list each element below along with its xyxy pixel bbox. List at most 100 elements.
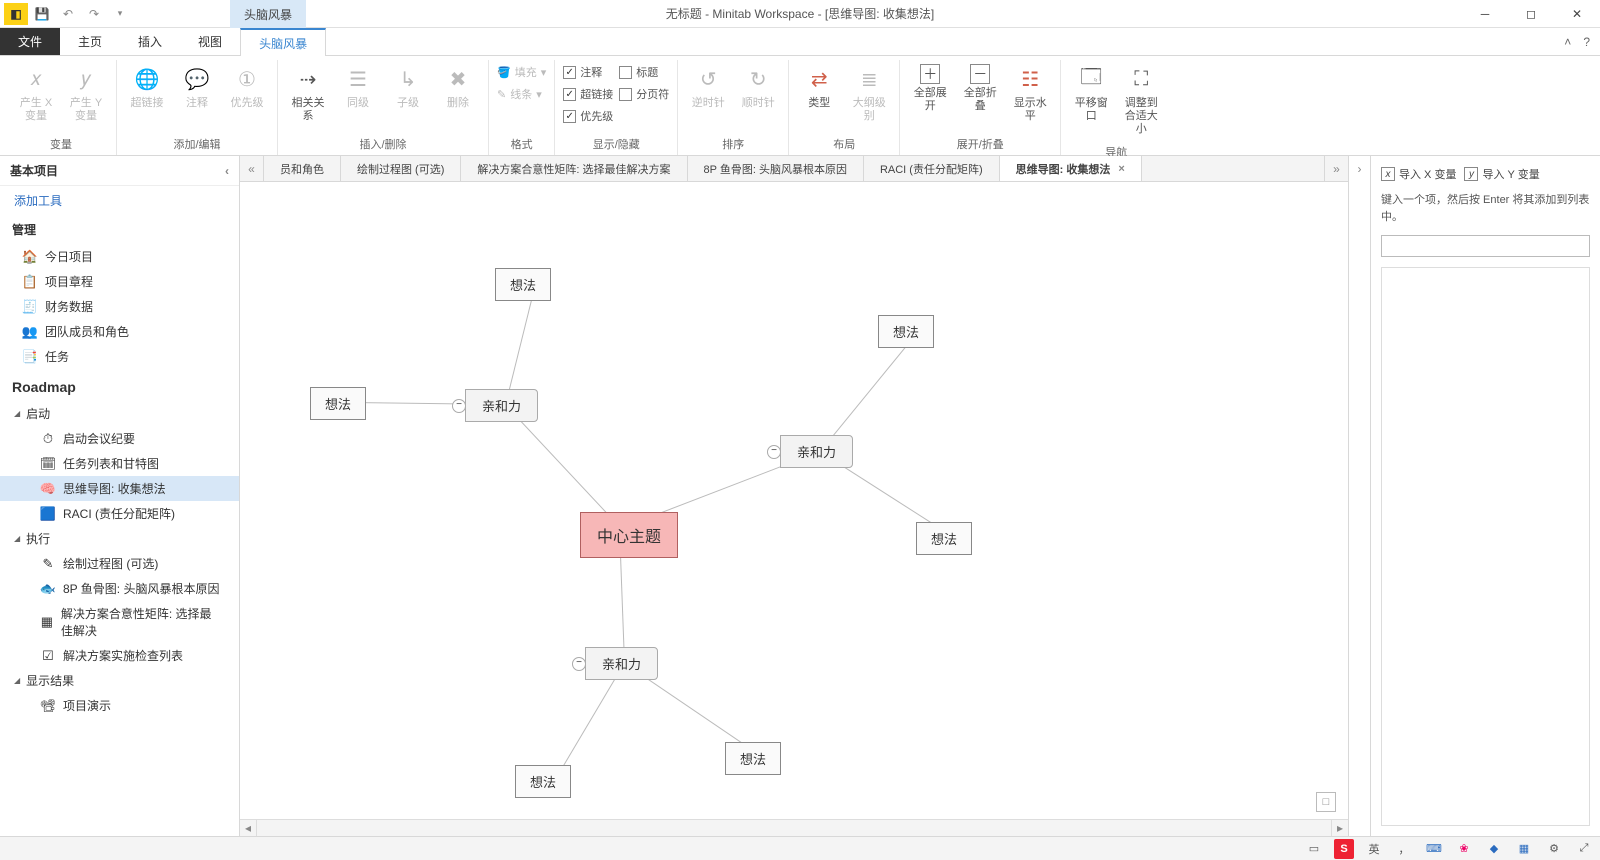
- minimize-button[interactable]: ─: [1462, 0, 1508, 28]
- right-panel-expand-icon[interactable]: ›: [1348, 156, 1370, 836]
- relation-icon: ⇢: [293, 64, 323, 94]
- maximize-button[interactable]: ◻: [1508, 0, 1554, 28]
- import-x-button[interactable]: x导入 X 变量: [1381, 166, 1456, 182]
- section-roadmap: Roadmap: [0, 369, 239, 401]
- menu-view[interactable]: 视图: [180, 28, 240, 55]
- group-exec[interactable]: 执行: [0, 526, 239, 551]
- sidebar-item[interactable]: 🏠今日项目: [0, 244, 239, 269]
- sidebar-item[interactable]: ⏱启动会议纪要: [0, 426, 239, 451]
- reading-view-icon[interactable]: ▭: [1304, 839, 1324, 859]
- doc-tab[interactable]: 解决方案合意性矩阵: 选择最佳解决方案: [461, 156, 687, 181]
- sidebar-item[interactable]: 📋项目章程: [0, 269, 239, 294]
- ime-menu-icon[interactable]: ▦: [1514, 839, 1534, 859]
- doc-tab[interactable]: 思维导图: 收集想法 ×: [1000, 156, 1142, 181]
- idea-node[interactable]: 想法: [916, 522, 972, 555]
- cw-icon: ↻: [743, 64, 773, 94]
- add-tool-link[interactable]: 添加工具: [0, 186, 239, 215]
- tab-scroll-left-icon[interactable]: «: [240, 156, 264, 181]
- expand-all-button[interactable]: ＋全部展开: [908, 60, 952, 117]
- sidebar-collapse-icon[interactable]: ‹: [225, 164, 229, 178]
- chk-priority[interactable]: 优先级: [563, 106, 613, 126]
- menu-brainstorm[interactable]: 头脑风暴: [240, 28, 326, 56]
- doc-tab[interactable]: 绘制过程图 (可选): [341, 156, 461, 181]
- ime-lang[interactable]: 英: [1364, 839, 1384, 859]
- chk-title[interactable]: 标题: [619, 62, 669, 82]
- doc-tab[interactable]: 员和角色: [264, 156, 341, 181]
- ime-tool-icon[interactable]: ◆: [1484, 839, 1504, 859]
- sidebar: 基本项目‹ 添加工具 管理 🏠今日项目📋项目章程🧾财务数据👥团队成员和角色📑任务…: [0, 156, 240, 836]
- relation-button[interactable]: ⇢相关关系: [286, 60, 330, 127]
- x-var-icon: 𝑥: [21, 64, 51, 94]
- redo-icon[interactable]: ↷: [82, 3, 106, 25]
- idea-node[interactable]: 想法: [725, 742, 781, 775]
- show-level-button[interactable]: ☷显示水平: [1008, 60, 1052, 127]
- fit-button[interactable]: ⛶调整到合适大小: [1119, 60, 1163, 141]
- app-logo-icon[interactable]: ◧: [4, 3, 28, 25]
- affinity-node[interactable]: 亲和力: [465, 389, 538, 422]
- menu-insert[interactable]: 插入: [120, 28, 180, 55]
- tab-label: 员和角色: [280, 161, 324, 177]
- y-icon: y: [1464, 167, 1478, 181]
- menu-file[interactable]: 文件: [0, 28, 60, 55]
- sidebar-item[interactable]: 📽项目演示: [0, 693, 239, 718]
- center-node[interactable]: 中心主题: [580, 512, 678, 558]
- item-icon: 🧾: [22, 299, 38, 315]
- chk-hyperlink[interactable]: 超链接: [563, 84, 613, 104]
- group-start[interactable]: 启动: [0, 401, 239, 426]
- item-icon: ✎: [40, 556, 56, 572]
- item-input[interactable]: [1381, 235, 1590, 257]
- ime-punct-icon[interactable]: ，: [1394, 839, 1414, 859]
- sidebar-item[interactable]: 📑任务: [0, 344, 239, 369]
- scroll-right-icon[interactable]: ▸: [1331, 820, 1348, 836]
- doc-tab[interactable]: 8P 鱼骨图: 头脑风暴根本原因: [688, 156, 864, 181]
- menu-home[interactable]: 主页: [60, 28, 120, 55]
- chk-pagebreak[interactable]: 分页符: [619, 84, 669, 104]
- horizontal-scrollbar[interactable]: ◂ ▸: [240, 819, 1348, 836]
- ime-settings-icon[interactable]: ⚙: [1544, 839, 1564, 859]
- save-icon[interactable]: 💾: [30, 3, 54, 25]
- delete-icon: ✖: [443, 64, 473, 94]
- type-button[interactable]: ⇄类型: [797, 60, 841, 114]
- affinity-node[interactable]: 亲和力: [585, 647, 658, 680]
- fit-view-icon[interactable]: □: [1316, 792, 1336, 812]
- sidebar-item[interactable]: ▦解决方案合意性矩阵: 选择最佳解决: [0, 601, 239, 643]
- line-icon: ✎: [497, 88, 506, 101]
- tab-scroll-right-icon[interactable]: »: [1324, 156, 1348, 181]
- pan-button[interactable]: 🗔平移窗口: [1069, 60, 1113, 127]
- ime-skin-icon[interactable]: ❀: [1454, 839, 1474, 859]
- tab-label: 思维导图: 收集想法: [1016, 161, 1111, 177]
- sidebar-item[interactable]: 🧠思维导图: 收集想法: [0, 476, 239, 501]
- sidebar-item[interactable]: 🐟8P 鱼骨图: 头脑风暴根本原因: [0, 576, 239, 601]
- idea-node[interactable]: 想法: [515, 765, 571, 798]
- collapse-all-button[interactable]: －全部折叠: [958, 60, 1002, 117]
- undo-icon[interactable]: ↶: [56, 3, 80, 25]
- qat-dropdown-icon[interactable]: ▾: [108, 3, 132, 25]
- sidebar-item[interactable]: ☑解决方案实施检查列表: [0, 643, 239, 668]
- import-y-button[interactable]: y导入 Y 变量: [1464, 166, 1539, 182]
- ribbon-collapse-icon[interactable]: ˄: [1564, 35, 1571, 49]
- idea-node[interactable]: 想法: [310, 387, 366, 420]
- scroll-left-icon[interactable]: ◂: [240, 820, 257, 836]
- sidebar-item[interactable]: 🧾财务数据: [0, 294, 239, 319]
- connector-line: [505, 284, 536, 405]
- doc-tab[interactable]: RACI (责任分配矩阵): [864, 156, 1000, 181]
- affinity-node[interactable]: 亲和力: [780, 435, 853, 468]
- item-list[interactable]: [1381, 267, 1590, 826]
- group-show[interactable]: 显示结果: [0, 668, 239, 693]
- delete-button: ✖删除: [436, 60, 480, 114]
- idea-node[interactable]: 想法: [878, 315, 934, 348]
- close-button[interactable]: ✕: [1554, 0, 1600, 28]
- mindmap-canvas[interactable]: 中心主题亲和力亲和力亲和力想法想法想法想法想法想法 □ ◂ ▸: [240, 182, 1348, 836]
- sidebar-item[interactable]: 🟦RACI (责任分配矩阵): [0, 501, 239, 526]
- help-icon[interactable]: ?: [1583, 35, 1590, 49]
- ime-keyboard-icon[interactable]: ⌨: [1424, 839, 1444, 859]
- tab-close-icon[interactable]: ×: [1118, 163, 1124, 175]
- sidebar-item[interactable]: 👥团队成员和角色: [0, 319, 239, 344]
- sidebar-item[interactable]: ✎绘制过程图 (可选): [0, 551, 239, 576]
- item-icon: ☑: [40, 648, 56, 664]
- ime-expand-icon[interactable]: ⤢: [1574, 839, 1594, 859]
- sogou-ime-icon[interactable]: S: [1334, 839, 1354, 859]
- sidebar-item[interactable]: 🗓任务列表和甘特图: [0, 451, 239, 476]
- idea-node[interactable]: 想法: [495, 268, 551, 301]
- chk-comment[interactable]: 注释: [563, 62, 613, 82]
